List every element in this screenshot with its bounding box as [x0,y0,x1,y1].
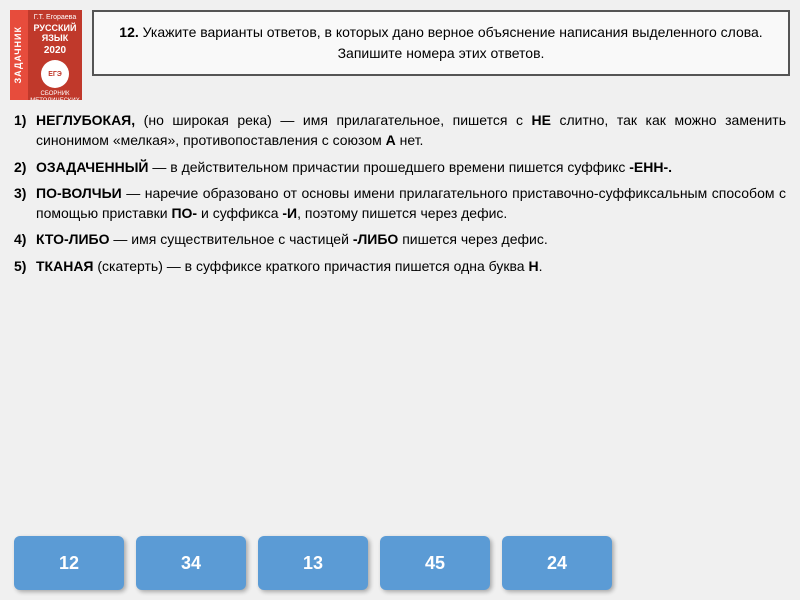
item-text-3: ПО-ВОЛЧЬИ — наречие образовано от основы… [36,183,786,224]
item-number-3: 3) [14,183,36,203]
item-text-1: НЕГЛУБОКАЯ, (но широкая река) — имя прил… [36,110,786,151]
book-author: Г.Т. Егораева [34,14,76,21]
list-item-3: 3) ПО-ВОЛЧЬИ — наречие образовано от осн… [14,183,786,224]
item-text-2: ОЗАДАЧЕННЫЙ — в действительном причастии… [36,157,786,177]
question-text: Укажите варианты ответов, в которых дано… [143,24,763,61]
answer-button-24[interactable]: 24 [502,536,612,590]
book-title: РУССКИЙ ЯЗЫК [32,23,78,43]
book-logo: ЕГЭ [41,60,69,88]
book-main: Г.Т. Егораева РУССКИЙ ЯЗЫК 2020 ЕГЭ СБОР… [28,10,82,100]
question-box: 12. Укажите варианты ответов, в которых … [92,10,790,76]
item-number-5: 5) [14,256,36,276]
item-number-2: 2) [14,157,36,177]
book-cover: ЗАДАЧНИК Г.Т. Егораева РУССКИЙ ЯЗЫК 2020… [10,10,82,100]
item-number-4: 4) [14,229,36,249]
item-number-1: 1) [14,110,36,130]
book-subtitle: СБОРНИКМЕТОДИЧЕСКИХРЕКОМЕНДАЦИЙ [30,91,81,100]
answer-button-13[interactable]: 13 [258,536,368,590]
main-container: ЗАДАЧНИК Г.Т. Егораева РУССКИЙ ЯЗЫК 2020… [0,0,800,600]
content-area: 1) НЕГЛУБОКАЯ, (но широкая река) — имя п… [0,106,800,528]
question-number: 12. [119,24,138,40]
answer-row: 12 34 13 45 24 [0,528,800,600]
list-item-5: 5) ТКАНАЯ (скатерть) — в суффиксе кратко… [14,256,786,276]
book-year: 2020 [44,45,66,56]
item-text-4: КТО-ЛИБО — имя существительное с частице… [36,229,786,249]
list-item-4: 4) КТО-ЛИБО — имя существительное с част… [14,229,786,249]
answer-button-12[interactable]: 12 [14,536,124,590]
list-item-2: 2) ОЗАДАЧЕННЫЙ — в действительном причас… [14,157,786,177]
answer-button-34[interactable]: 34 [136,536,246,590]
book-cover-side: ЗАДАЧНИК [10,10,28,100]
header-row: ЗАДАЧНИК Г.Т. Егораева РУССКИЙ ЯЗЫК 2020… [0,0,800,106]
list-item-1: 1) НЕГЛУБОКАЯ, (но широкая река) — имя п… [14,110,786,151]
book-side-label: ЗАДАЧНИК [14,26,24,83]
answer-button-45[interactable]: 45 [380,536,490,590]
item-text-5: ТКАНАЯ (скатерть) — в суффиксе краткого … [36,256,786,276]
book-logo-inner: ЕГЭ [48,71,62,78]
